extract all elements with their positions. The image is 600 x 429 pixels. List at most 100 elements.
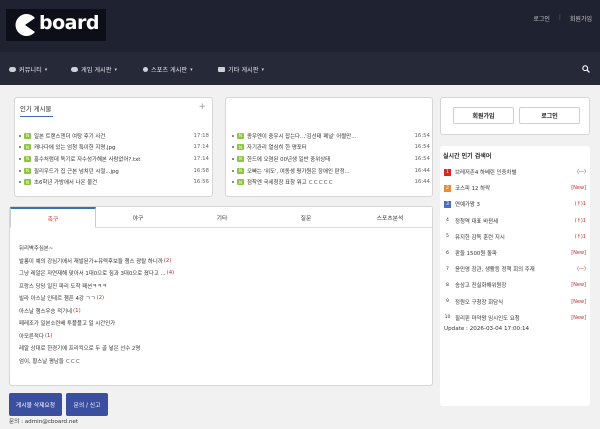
keyword-item[interactable]: 4 정청역 대표 바뀐세 (↑)1: [444, 213, 586, 229]
post-title[interactable]: 아모른적다: [19, 332, 44, 340]
new-badge: N: [24, 132, 31, 139]
signup-button[interactable]: 회원가입: [453, 107, 514, 124]
site-logo[interactable]: board: [6, 9, 106, 41]
post-title[interactable]: 프랑스 당당 일진 파리 도착 패션ㅋㅋㅋ: [19, 282, 107, 290]
post-title[interactable]: 필리우드가 집 근본 넘치던 시절...jpg: [34, 167, 187, 175]
keyword-text[interactable]: 정청역 대표 바뀐세: [455, 217, 560, 225]
table-row[interactable]: 빌라 아스날 인테르 챔픈 4강 ㄱㄱ (2): [19, 292, 419, 305]
delete-request-button[interactable]: 게시물 삭제요청: [9, 393, 62, 416]
nav-game-label: 게임 게시판: [81, 67, 112, 74]
keyword-text[interactable]: 정원오 구청장 회담식: [455, 298, 560, 306]
keyword-text[interactable]: 연예가왕 3: [455, 200, 560, 208]
post-title[interactable]: 빌라 아스날 인테르 챔픈 4강 ㄱㄱ: [19, 294, 95, 302]
realtime-keyword-list: 1 브레저존4 하베린 인증차별 (—) 2 코스피 12 하락 [New] 3 연예가왕…: [444, 164, 586, 326]
nav-community[interactable]: 커뮤니티 ▾: [9, 65, 47, 74]
post-time: 16:54: [414, 155, 430, 162]
keyword-item[interactable]: 1 브레저존4 하베린 인증차별 (—): [444, 164, 586, 180]
post-title[interactable]: 자기관리 열심히 한 명포터: [247, 143, 408, 151]
community-icon: [9, 67, 16, 72]
top-header: board 로그인 | 회원가입: [0, 0, 600, 52]
post-title[interactable]: 엄이, 황스날 평남들 ㄷㄷㄷ: [19, 357, 80, 365]
table-row[interactable]: 발롱이 예의 강심기에서 재발된가+유력후보들 챔스 광탈 하니까 (2): [19, 255, 419, 268]
tab-baseball[interactable]: 야구: [96, 207, 180, 227]
post-title[interactable]: 캐나다에 있는 엄청 특이한 지명.jpg: [34, 143, 187, 151]
table-row[interactable]: 아스날 챔스우승 적기네 (1): [19, 305, 419, 318]
new-badge: N: [237, 179, 244, 186]
post-title[interactable]: 한드에 오염된 00년생 일반 중위상태: [247, 155, 408, 163]
post-title[interactable]: 그냥 레알은 자연재해 맞아서 1대0으로 짐과 3대0으로 졌다고 ...: [19, 269, 166, 277]
keyword-text[interactable]: 코스피 12 하락: [455, 184, 560, 192]
keyword-text[interactable]: 유지한 감독 훈련 지시: [455, 233, 560, 241]
new-badge: N: [237, 167, 244, 174]
rank-change: (—): [577, 266, 586, 273]
list-item[interactable]: N 초6학년 가방에서 나온 물건 16:56: [19, 176, 209, 188]
nav-etc-board[interactable]: 기타 게시판 ▾: [218, 65, 264, 74]
post-title[interactable]: 레알 상대로 한경기에 프리킥으로 두 골 넣은 선수 2명: [19, 344, 140, 352]
tab-question[interactable]: 질문: [264, 207, 348, 227]
new-badge: N: [24, 179, 31, 186]
tab-etc[interactable]: 기타: [180, 207, 264, 227]
list-item[interactable]: N 필리우드가 집 근본 넘치던 시절...jpg 16:58: [19, 165, 209, 177]
new-badge: N: [237, 155, 244, 162]
tab-soccer[interactable]: 축구: [10, 207, 96, 228]
post-title[interactable]: 홍수처럼데 독기로 자수성가해본 사람없어?.txt: [34, 155, 187, 163]
list-item[interactable]: N 일본 트랜스젠더 여탕 후기 사건 17:18: [19, 130, 209, 142]
post-title[interactable]: 초6학년 가방에서 나온 물건: [34, 178, 187, 186]
brand-name: board: [39, 12, 99, 34]
keyword-item[interactable]: 10 필리핀 마약왕 임시인도 요청 [New]: [444, 310, 586, 326]
search-icon[interactable]: [582, 65, 590, 73]
keyword-item[interactable]: 2 코스피 12 하락 [New]: [444, 180, 586, 196]
keyword-item[interactable]: 8 송상고 진실화해위원장 [New]: [444, 277, 586, 293]
keyword-text[interactable]: 윤민영 장관, 생활등 정책 회의 주재: [455, 265, 560, 273]
list-item[interactable]: N 점착엔 국세청장 표창 뭐고 ㄷㄷㄷㄷㄷ 16:44: [232, 176, 430, 188]
list-item[interactable]: N 홍수처럼데 독기로 자수성가해본 사람없어?.txt 17:14: [19, 153, 209, 165]
more-plus-icon[interactable]: +: [198, 102, 206, 112]
bullet-icon: [19, 157, 21, 160]
main-nav: 커뮤니티 ▾ 게임 게시판 ▾ 스포츠 게시판 ▾ 기타 게시판 ▾: [0, 52, 600, 85]
table-row[interactable]: 페레조가 일본소련배 투플플고 일 시간인가: [19, 317, 419, 330]
list-item[interactable]: N 오빠는 '위도', 여동생 평가원은 장애인 판정... 16:44: [232, 165, 430, 177]
table-row[interactable]: 레알 상대로 한경기에 프리킥으로 두 골 넣은 선수 2명: [19, 342, 419, 355]
list-item[interactable]: N 자기관리 열심히 한 명포터 16:54: [232, 142, 430, 154]
table-row[interactable]: 엄이, 황스날 평남들 ㄷㄷㄷ: [19, 355, 419, 368]
comment-count: (1): [44, 332, 53, 339]
post-title[interactable]: 뒤리벽주심본~: [19, 244, 53, 252]
rank-change: [New]: [571, 314, 586, 321]
login-link[interactable]: 로그인: [533, 14, 550, 23]
table-row[interactable]: 아모른적다 (1): [19, 330, 419, 343]
keyword-text[interactable]: 브레저존4 하베린 인증차별: [455, 168, 560, 176]
update-timestamp: Update : 2026-03-04 17:00:14: [444, 326, 530, 332]
post-title[interactable]: 페레조가 일본소련배 투플플고 일 시간인가: [19, 319, 115, 327]
post-title[interactable]: 점착엔 국세청장 표창 뭐고 ㄷㄷㄷㄷㄷ: [247, 178, 408, 186]
pacman-logo-icon: [15, 14, 35, 37]
tab-sports-analysis[interactable]: 스포츠분석: [348, 207, 432, 227]
table-row[interactable]: 프랑스 당당 일진 파리 도착 패션ㅋㅋㅋ: [19, 280, 419, 293]
nav-game-board[interactable]: 게임 게시판 ▾: [71, 65, 117, 74]
post-title[interactable]: 종우엔이 중우시 잡는다...'김선태 페널' 어쩔만...: [247, 132, 408, 140]
post-title[interactable]: 일본 트랜스젠더 여탕 후기 사건: [34, 132, 187, 140]
keyword-text[interactable]: 송상고 진실화해위원장: [455, 281, 560, 289]
keyword-item[interactable]: 5 유지한 감독 훈련 지시 (↑)1: [444, 229, 586, 245]
rank-change: (↑)1: [574, 201, 586, 208]
keyword-text[interactable]: 필리핀 마약왕 임시인도 요청: [455, 314, 560, 322]
keyword-item[interactable]: 3 연예가왕 3 (↑)1: [444, 196, 586, 212]
keyword-item[interactable]: 6 판들 1500원 돌파 [New]: [444, 245, 586, 261]
gamepad-icon: [71, 67, 78, 72]
post-title[interactable]: 아스날 챔스우승 적기네: [19, 307, 72, 315]
table-row[interactable]: 그냥 레알은 자연재해 맞아서 1대0으로 짐과 3대0으로 졌다고 ... (4…: [19, 267, 419, 280]
list-item[interactable]: N 종우엔이 중우시 잡는다...'김선태 페널' 어쩔만... 16:54: [232, 130, 430, 142]
keyword-item[interactable]: 7 윤민영 장관, 생활등 정책 회의 주재 (—): [444, 261, 586, 277]
list-item[interactable]: N 캐나다에 있는 엄청 특이한 지명.jpg 17:14: [19, 142, 209, 154]
nav-sports-board[interactable]: 스포츠 게시판 ▾: [143, 65, 193, 74]
post-title[interactable]: 발롱이 예의 강심기에서 재발된가+유력후보들 챔스 광탈 하니까: [19, 257, 163, 265]
signup-link[interactable]: 회원가입: [570, 14, 592, 23]
list-item[interactable]: N 한드에 오염된 00년생 일반 중위상태 16:54: [232, 153, 430, 165]
new-badge: N: [24, 144, 31, 151]
inquiry-report-button[interactable]: 문의 / 신고: [66, 393, 108, 416]
table-row[interactable]: 뒤리벽주심본~: [19, 242, 419, 255]
post-time: 17:14: [193, 144, 209, 151]
login-button[interactable]: 로그인: [519, 107, 580, 124]
keyword-item[interactable]: 9 정원오 구청장 회담식 [New]: [444, 294, 586, 310]
keyword-text[interactable]: 판들 1500원 돌파: [455, 249, 560, 257]
post-title[interactable]: 오빠는 '위도', 여동생 평가원은 장애인 판정...: [247, 167, 408, 175]
